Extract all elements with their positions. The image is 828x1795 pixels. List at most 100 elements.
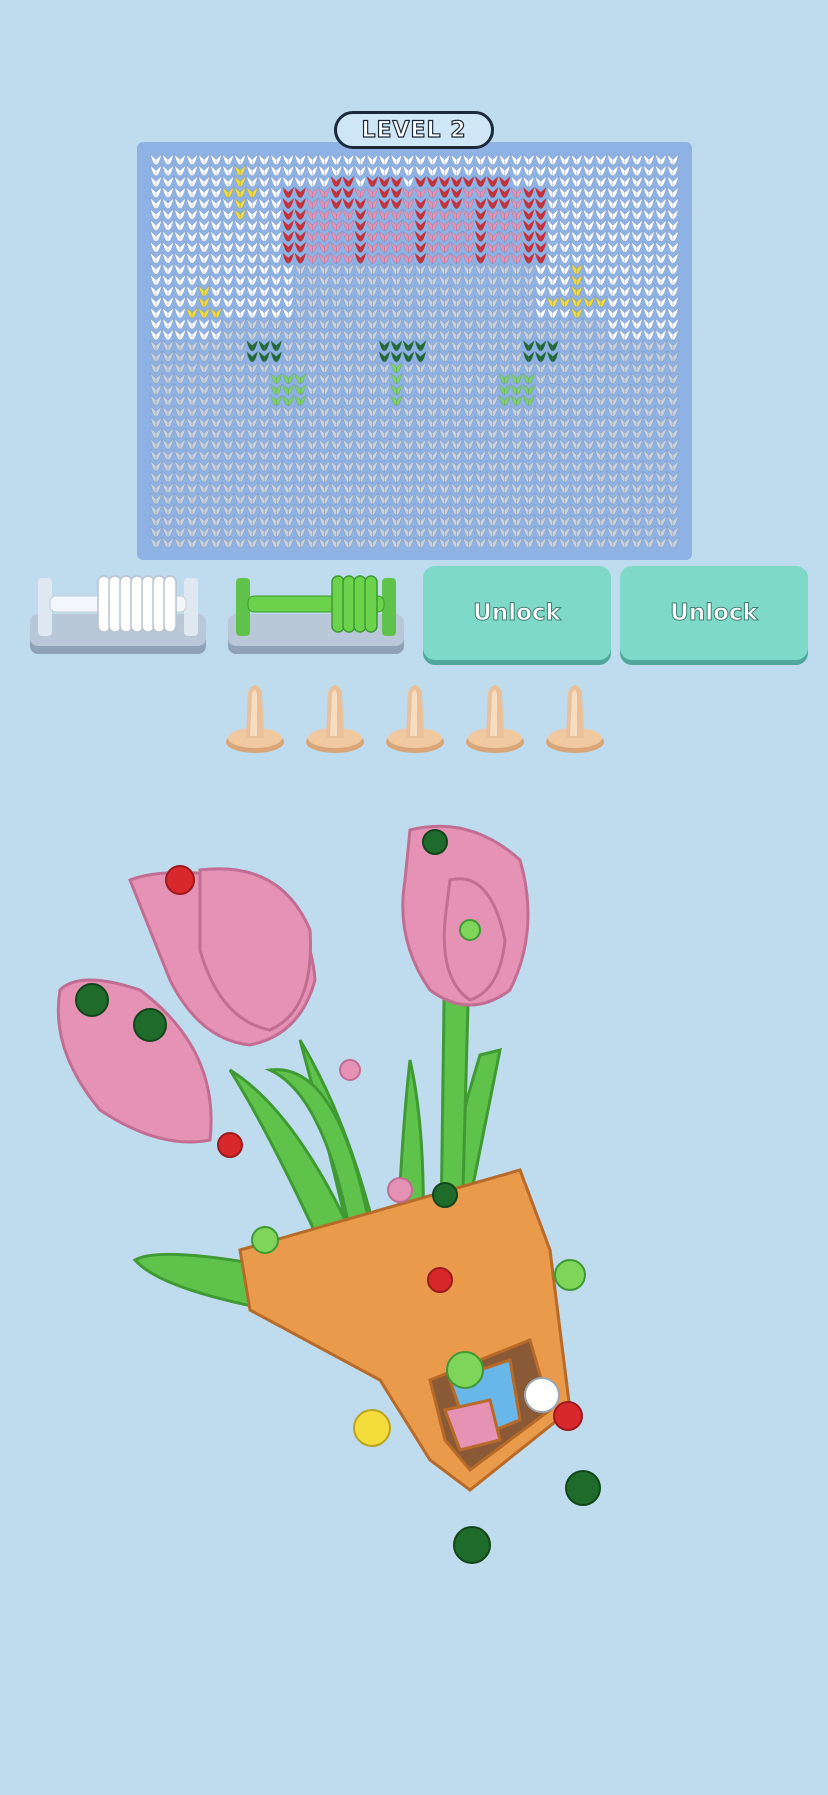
knit-stitch: [474, 197, 487, 210]
knit-stitch: [294, 361, 307, 374]
knit-stitch: [654, 514, 667, 527]
knit-stitch: [294, 514, 307, 527]
knit-stitch: [258, 525, 271, 538]
knit-stitch: [582, 295, 595, 308]
knit-stitch: [606, 328, 619, 341]
knit-stitch: [570, 427, 583, 439]
knit-stitch: [474, 317, 487, 330]
knit-stitch: [306, 460, 319, 472]
knit-stitch: [222, 208, 235, 220]
knit-stitch: [306, 438, 319, 450]
knit-stitch: [666, 416, 679, 428]
knit-stitch: [318, 186, 331, 199]
knit-stitch: [642, 481, 655, 494]
knit-stitch: [234, 492, 247, 505]
peg-slot-2[interactable]: [304, 676, 366, 756]
knit-stitch: [618, 416, 631, 428]
knit-stitch: [210, 175, 223, 188]
knit-stitch: [606, 427, 619, 439]
knit-stitch: [162, 481, 175, 494]
knit-stitch: [510, 208, 523, 220]
knit-stitch: [534, 219, 547, 231]
knit-stitch: [486, 154, 499, 166]
knit-stitch: [186, 263, 199, 275]
knit-stitch: [162, 186, 175, 199]
knit-stitch: [486, 405, 499, 417]
knit-stitch: [366, 263, 379, 275]
knit-stitch: [474, 372, 487, 385]
knit-stitch: [294, 154, 307, 166]
unlock-button-2[interactable]: Unlock: [620, 566, 808, 660]
knit-stitch: [222, 154, 235, 166]
knit-stitch: [366, 295, 379, 308]
knit-stitch: [486, 427, 499, 439]
knit-stitch: [486, 241, 499, 253]
knit-stitch: [522, 372, 535, 385]
knit-stitch: [618, 514, 631, 527]
knit-stitch: [582, 536, 595, 548]
knit-stitch: [438, 175, 451, 188]
knit-stitch: [498, 317, 511, 330]
knit-stitch: [654, 350, 667, 363]
knit-stitch: [294, 328, 307, 341]
knit-stitch: [330, 514, 343, 527]
knit-stitch: [642, 306, 655, 319]
knit-stitch: [654, 427, 667, 439]
peg-slot-1[interactable]: [224, 676, 286, 756]
knit-stitch: [150, 514, 163, 527]
knit-stitch: [270, 460, 283, 472]
knit-stitch: [426, 438, 439, 450]
knit-stitch: [210, 186, 223, 199]
knit-stitch: [582, 460, 595, 472]
knit-stitch: [354, 492, 367, 505]
peg-slot-3[interactable]: [384, 676, 446, 756]
knit-stitch: [354, 274, 367, 286]
knit-stitch: [270, 481, 283, 494]
knit-stitch: [306, 514, 319, 527]
knit-stitch: [498, 405, 511, 417]
knit-stitch: [426, 503, 439, 516]
knit-stitch: [666, 197, 679, 210]
knit-stitch: [402, 350, 415, 363]
knit-stitch: [318, 383, 331, 396]
unlock-button-1[interactable]: Unlock: [423, 566, 611, 660]
knit-stitch: [162, 460, 175, 472]
knit-stitch: [474, 449, 487, 461]
knit-stitch: [318, 372, 331, 385]
knit-stitch: [498, 252, 511, 264]
knit-stitch: [174, 186, 187, 199]
knit-stitch: [582, 350, 595, 363]
knit-stitch: [486, 339, 499, 352]
knit-stitch: [306, 492, 319, 505]
knit-stitch: [258, 416, 271, 428]
knit-stitch: [318, 471, 331, 483]
knit-stitch: [654, 208, 667, 220]
knit-stitch: [594, 416, 607, 428]
knit-stitch: [426, 317, 439, 330]
knit-stitch: [342, 525, 355, 538]
peg-slot-5[interactable]: [544, 676, 606, 756]
knit-stitch: [450, 317, 463, 330]
knit-stitch: [534, 416, 547, 428]
knit-stitch: [534, 197, 547, 210]
knit-stitch: [570, 449, 583, 461]
spool-slot-green[interactable]: [226, 566, 406, 658]
knit-stitch: [546, 416, 559, 428]
knit-stitch: [150, 274, 163, 286]
knit-stitch: [330, 339, 343, 352]
peg-slot-4[interactable]: [464, 676, 526, 756]
knit-stitch: [402, 536, 415, 548]
knit-stitch: [402, 492, 415, 505]
knit-stitch: [594, 208, 607, 220]
knit-stitch: [402, 525, 415, 538]
knit-stitch: [246, 350, 259, 363]
knit-stitch: [462, 175, 475, 188]
knit-stitch: [282, 394, 295, 407]
knit-stitch: [366, 460, 379, 472]
yarn-bouquet-model[interactable]: [50, 820, 650, 1610]
knit-stitch: [198, 405, 211, 417]
knit-stitch: [234, 263, 247, 275]
knit-stitch: [666, 471, 679, 483]
knit-stitch: [198, 263, 211, 275]
spool-slot-white[interactable]: [28, 566, 208, 658]
